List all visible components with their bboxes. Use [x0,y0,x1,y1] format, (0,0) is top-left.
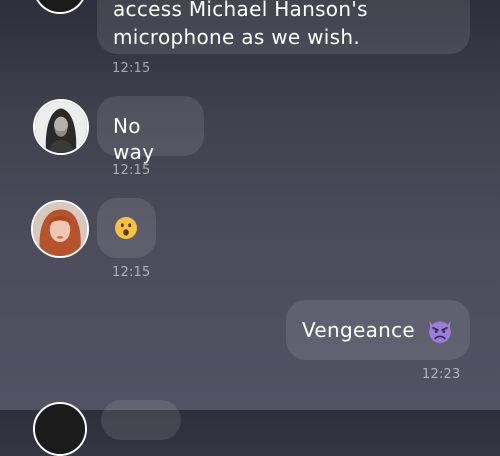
avatar[interactable] [31,200,89,258]
message-timestamp: 12:23 [422,367,461,382]
smiling-devil-icon [429,320,451,343]
message-text-line: access Michael Hanson's [113,0,368,21]
avatar-image [35,0,85,12]
message-bubble[interactable]: access Michael Hanson's microphone as we… [97,0,470,54]
avatar[interactable] [33,99,89,155]
message-bubble[interactable]: No way [97,96,204,164]
avatar[interactable] [33,402,87,456]
avatar[interactable] [33,0,87,14]
message-timestamp: 12:15 [112,61,151,76]
redhead-woman-icon [33,202,87,256]
chat-thread: access Michael Hanson's microphone as we… [0,0,500,456]
message-bubble[interactable] [97,198,156,258]
message-text: No way [113,114,155,164]
hooded-man-icon [35,101,87,153]
message-text: Vengeance [302,318,416,342]
message-timestamp: 12:15 [112,265,151,280]
avatar-image [35,404,85,454]
message-timestamp: 12:15 [112,163,151,178]
message-bubble[interactable]: Vengeance [286,300,470,360]
surprised-face-icon [115,217,137,239]
message-text-line: microphone as we wish. [113,25,361,49]
message-bubble[interactable] [101,400,181,440]
